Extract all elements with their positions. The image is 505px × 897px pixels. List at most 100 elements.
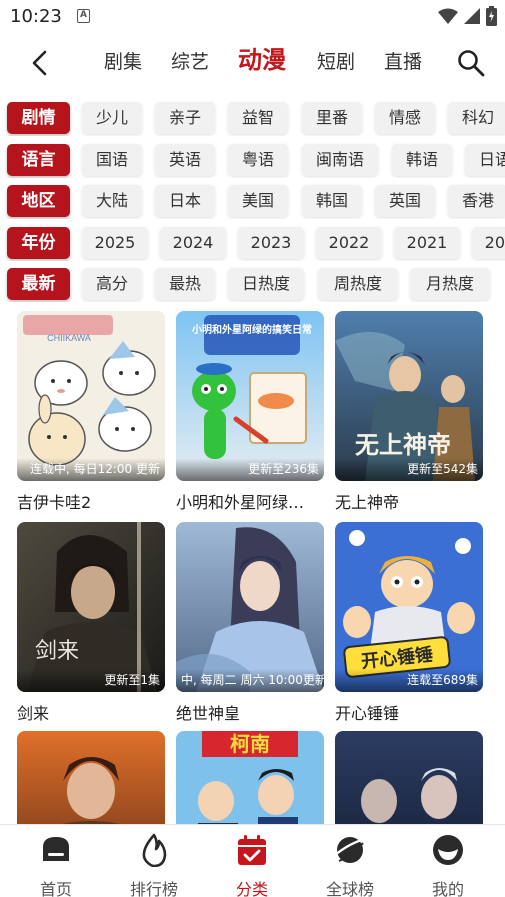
poster-image[interactable]: 无上神帝 更新至542集 — [335, 311, 483, 481]
episode-badge: 连载中, 每日12:00 更新 — [17, 458, 165, 481]
filter-chip[interactable]: 英国 — [375, 185, 435, 217]
poster-image[interactable]: 小明和外星阿绿的搞笑日常 更新至236集 — [176, 311, 324, 481]
bottom-nav: 首页 排行榜 分类 全球榜 我的 — [0, 824, 505, 897]
card-title[interactable]: 剑来 — [17, 700, 165, 724]
anime-card[interactable] — [17, 731, 165, 824]
bottom-tab-global[interactable]: 全球榜 — [315, 833, 385, 897]
filter-label-genre[interactable]: 剧情 — [7, 102, 70, 134]
filter-chip[interactable]: 2023 — [238, 227, 304, 259]
search-icon[interactable] — [456, 48, 486, 78]
filter-chip[interactable]: 香港 — [448, 185, 505, 217]
tab-live[interactable]: 直播 — [384, 48, 422, 76]
anime-card[interactable] — [335, 731, 483, 824]
tab-anime[interactable]: 动漫 — [238, 46, 286, 74]
filter-chip[interactable]: 日热度 — [228, 268, 304, 300]
filter-chip[interactable]: 高分 — [82, 268, 142, 300]
anime-card[interactable]: 开心锤锤 连载至689集 开心锤锤 — [335, 522, 483, 724]
episode-badge: 中, 每周二 周六 10:00更新 — [176, 669, 324, 692]
poster-art: 柯南 — [176, 731, 324, 824]
filter-chip[interactable]: 月热度 — [410, 268, 490, 300]
filter-chip[interactable]: 亲子 — [155, 102, 215, 134]
tab-series[interactable]: 剧集 — [104, 48, 142, 76]
poster-image[interactable]: CHIIKAWA 连载中, 每日12:00 更新 — [17, 311, 165, 481]
bottom-tab-mine[interactable]: 我的 — [413, 833, 483, 897]
planet-icon — [334, 837, 366, 863]
anime-card[interactable]: 剑来 更新至1集 剑来 — [17, 522, 165, 724]
top-nav: 剧集 综艺 动漫 短剧 直播 — [0, 38, 505, 88]
bottom-tab-label: 排行榜 — [129, 880, 178, 897]
battery-icon — [486, 6, 497, 26]
bottom-tab-home[interactable]: 首页 — [21, 833, 91, 897]
status-bar: 10:23 A — [0, 0, 505, 34]
tab-variety[interactable]: 综艺 — [171, 48, 209, 76]
tab-short-drama[interactable]: 短剧 — [317, 48, 355, 76]
filter-chip[interactable]: 闽南语 — [302, 144, 378, 176]
filter-row-language: 语言 国语 英语 粤语 闽南语 韩语 日语 — [0, 142, 505, 178]
flame-icon — [142, 833, 167, 868]
anime-card[interactable]: 柯南 — [176, 731, 324, 824]
filter-label-language[interactable]: 语言 — [7, 144, 70, 176]
filter-chip[interactable]: 大陆 — [82, 185, 142, 217]
bottom-tab-label: 我的 — [431, 880, 464, 897]
poster-image[interactable]: 中, 每周二 周六 10:00更新 — [176, 522, 324, 692]
bottom-tab-label: 首页 — [39, 880, 72, 897]
filter-chip[interactable]: 美国 — [228, 185, 288, 217]
episode-badge: 更新至1集 — [17, 669, 165, 692]
filter-chip[interactable]: 韩国 — [302, 185, 362, 217]
poster-image[interactable] — [17, 731, 165, 824]
bottom-tab-category[interactable]: 分类 — [217, 833, 287, 897]
card-title[interactable]: 吉伊卡哇2 — [17, 489, 165, 513]
anime-card[interactable]: 无上神帝 更新至542集 无上神帝 — [335, 311, 483, 513]
card-title[interactable]: 开心锤锤 — [335, 700, 483, 724]
home-icon — [43, 837, 69, 861]
anime-card[interactable]: CHIIKAWA 连载中, 每日12:00 更新 吉伊卡哇2 — [17, 311, 165, 513]
filter-row-sort: 最新 高分 最热 日热度 周热度 月热度 — [0, 266, 505, 302]
filter-chip[interactable]: 2021 — [394, 227, 460, 259]
filter-label-year[interactable]: 年份 — [7, 227, 70, 259]
filter-chip[interactable]: 2020 — [472, 227, 505, 259]
filter-chip[interactable]: 少儿 — [82, 102, 142, 134]
filter-chip[interactable]: 里番 — [302, 102, 362, 134]
filter-chip[interactable]: 周热度 — [318, 268, 398, 300]
poster-art — [17, 731, 165, 824]
filter-chip[interactable]: 科幻 — [448, 102, 505, 134]
poster-logo-text: CHIIKAWA — [47, 333, 91, 343]
card-title[interactable]: 绝世神皇 — [176, 700, 324, 724]
filter-chip[interactable]: 日本 — [155, 185, 215, 217]
anime-card[interactable]: 小明和外星阿绿的搞笑日常 更新至236集 小明和外星阿绿… — [176, 311, 324, 513]
episode-badge: 连载至689集 — [335, 669, 483, 692]
card-title[interactable]: 小明和外星阿绿… — [176, 489, 324, 513]
poster-logo-text: 剑来 — [35, 639, 79, 664]
poster-logo-text: 小明和外星阿绿的搞笑日常 — [191, 323, 312, 336]
calendar-check-icon — [238, 835, 266, 865]
signal-icon — [464, 8, 480, 24]
back-arrow-icon[interactable] — [26, 48, 56, 78]
bottom-tab-label: 分类 — [235, 880, 268, 897]
status-time: 10:23 — [10, 6, 62, 27]
filter-chip[interactable]: 国语 — [82, 144, 142, 176]
notification-icon: A — [77, 9, 90, 23]
filter-row-year: 年份 2025 2024 2023 2022 2021 2020 — [0, 225, 505, 261]
filter-chip[interactable]: 日语 — [465, 144, 505, 176]
card-title[interactable]: 无上神帝 — [335, 489, 483, 513]
filter-chip[interactable]: 2025 — [82, 227, 148, 259]
filter-chip[interactable]: 英语 — [155, 144, 215, 176]
poster-image[interactable] — [335, 731, 483, 824]
filter-chip[interactable]: 2022 — [316, 227, 382, 259]
content-grid: CHIIKAWA 连载中, 每日12:00 更新 吉伊卡哇2 小明和外星阿绿的搞… — [0, 311, 505, 824]
filter-chip[interactable]: 益智 — [228, 102, 288, 134]
bottom-tab-ranking[interactable]: 排行榜 — [119, 833, 189, 897]
filter-chip[interactable]: 情感 — [375, 102, 435, 134]
filter-chip[interactable]: 粤语 — [228, 144, 288, 176]
profile-icon — [433, 835, 463, 865]
filter-label-region[interactable]: 地区 — [7, 185, 70, 217]
filter-label-sort[interactable]: 最新 — [7, 268, 70, 300]
poster-image[interactable]: 柯南 — [176, 731, 324, 824]
filter-chip[interactable]: 最热 — [155, 268, 215, 300]
anime-card[interactable]: 中, 每周二 周六 10:00更新 绝世神皇 — [176, 522, 324, 724]
filter-chip[interactable]: 韩语 — [392, 144, 452, 176]
poster-image[interactable]: 开心锤锤 连载至689集 — [335, 522, 483, 692]
wifi-icon — [438, 8, 458, 24]
poster-image[interactable]: 剑来 更新至1集 — [17, 522, 165, 692]
filter-chip[interactable]: 2024 — [160, 227, 226, 259]
